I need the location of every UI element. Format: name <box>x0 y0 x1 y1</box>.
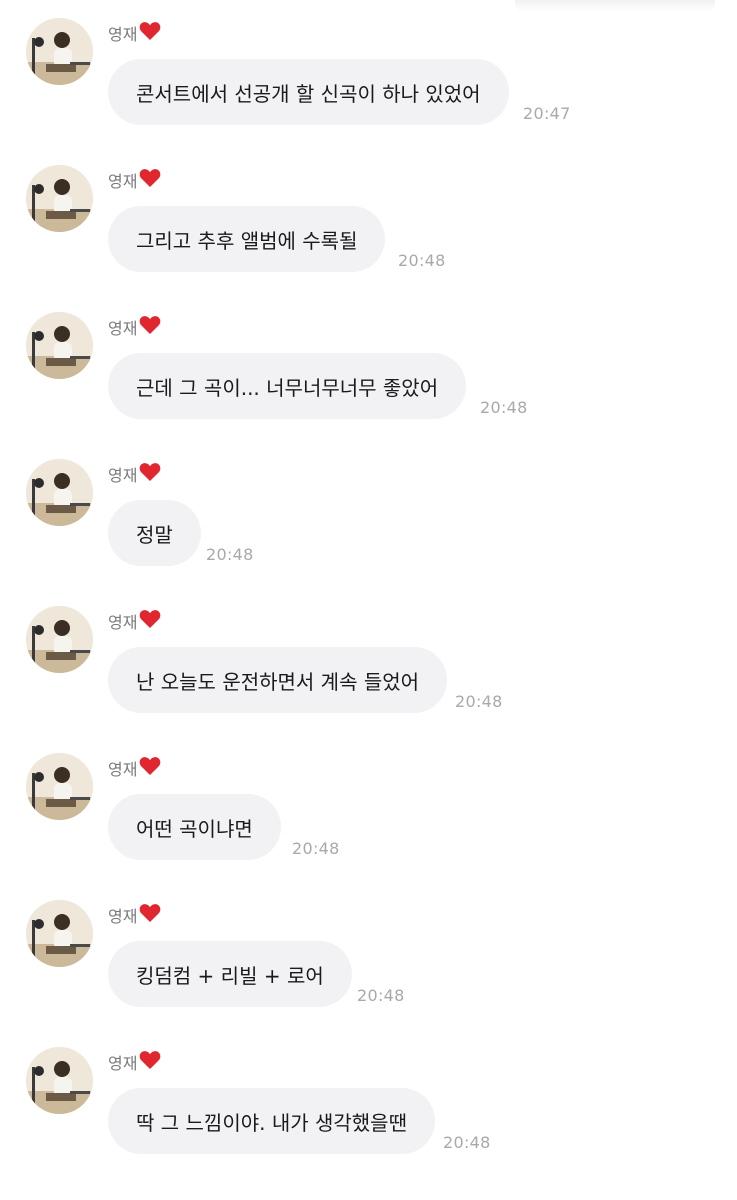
chat-message: 영재 어떤 곡이냐면 20:48 <box>0 735 737 875</box>
sender-name-row: 영재 <box>108 169 161 191</box>
avatar-photo-icon <box>26 18 93 85</box>
message-bubble[interactable]: 근데 그 곡이... 너무너무너무 좋았어 <box>108 353 467 419</box>
message-time: 20:48 <box>398 251 446 270</box>
avatar-photo-icon <box>26 1047 93 1114</box>
sender-name: 영재 <box>108 319 138 338</box>
chat-message: 영재 콘서트에서 선공개 할 신곡이 하나 있었어 20:47 <box>0 0 737 140</box>
sender-avatar[interactable] <box>26 165 93 232</box>
sender-name-row: 영재 <box>108 1051 161 1073</box>
chat-message: 영재 정말 20:48 <box>0 441 737 581</box>
sender-name: 영재 <box>108 172 138 191</box>
heart-icon <box>139 1050 161 1074</box>
message-bubble[interactable]: 그리고 추후 앨범에 수록될 <box>108 206 386 272</box>
sender-name: 영재 <box>108 613 138 632</box>
sender-avatar[interactable] <box>26 1047 93 1114</box>
sender-name: 영재 <box>108 25 138 44</box>
sender-name: 영재 <box>108 907 138 926</box>
sender-name: 영재 <box>108 1054 138 1073</box>
avatar-photo-icon <box>26 459 93 526</box>
message-time: 20:48 <box>206 545 254 564</box>
avatar-photo-icon <box>26 606 93 673</box>
heart-icon <box>139 756 161 780</box>
heart-icon <box>139 903 161 927</box>
heart-icon <box>139 609 161 633</box>
message-bubble[interactable]: 콘서트에서 선공개 할 신곡이 하나 있었어 <box>108 59 509 125</box>
avatar-photo-icon <box>26 753 93 820</box>
chat-message-list[interactable]: 영재 콘서트에서 선공개 할 신곡이 하나 있었어 20:47 영재 그리고 추… <box>0 0 737 1200</box>
chat-message: 영재 딱 그 느낌이야. 내가 생각했을땐 20:48 <box>0 1029 737 1169</box>
sender-name-row: 영재 <box>108 904 161 926</box>
heart-icon <box>139 462 161 486</box>
sender-name: 영재 <box>108 466 138 485</box>
chat-message: 영재 그리고 추후 앨범에 수록될 20:48 <box>0 147 737 287</box>
sender-name-row: 영재 <box>108 316 161 338</box>
sender-name-row: 영재 <box>108 463 161 485</box>
heart-icon <box>139 168 161 192</box>
avatar-photo-icon <box>26 900 93 967</box>
sender-name-row: 영재 <box>108 22 161 44</box>
message-time: 20:48 <box>480 398 528 417</box>
chat-message: 영재 근데 그 곡이... 너무너무너무 좋았어 20:48 <box>0 294 737 434</box>
message-bubble[interactable]: 정말 <box>108 500 201 566</box>
chat-message: 영재 난 오늘도 운전하면서 계속 들었어 20:48 <box>0 588 737 728</box>
message-time: 20:48 <box>455 692 503 711</box>
sender-name-row: 영재 <box>108 757 161 779</box>
message-time: 20:48 <box>292 839 340 858</box>
message-time: 20:47 <box>523 104 571 123</box>
sender-avatar[interactable] <box>26 900 93 967</box>
avatar-photo-icon <box>26 165 93 232</box>
message-bubble[interactable]: 킹덤컴 + 리빌 + 로어 <box>108 941 352 1007</box>
sender-avatar[interactable] <box>26 459 93 526</box>
message-bubble[interactable]: 난 오늘도 운전하면서 계속 들었어 <box>108 647 448 713</box>
sender-avatar[interactable] <box>26 312 93 379</box>
message-time: 20:48 <box>443 1133 491 1152</box>
sender-avatar[interactable] <box>26 753 93 820</box>
message-bubble[interactable]: 딱 그 느낌이야. 내가 생각했을땐 <box>108 1088 435 1154</box>
avatar-photo-icon <box>26 312 93 379</box>
sender-name: 영재 <box>108 760 138 779</box>
message-time: 20:48 <box>357 986 405 1005</box>
message-bubble[interactable]: 어떤 곡이냐면 <box>108 794 281 860</box>
heart-icon <box>139 315 161 339</box>
heart-icon <box>139 21 161 45</box>
sender-avatar[interactable] <box>26 606 93 673</box>
sender-avatar[interactable] <box>26 18 93 85</box>
sender-name-row: 영재 <box>108 610 161 632</box>
chat-message: 영재 킹덤컴 + 리빌 + 로어 20:48 <box>0 882 737 1022</box>
